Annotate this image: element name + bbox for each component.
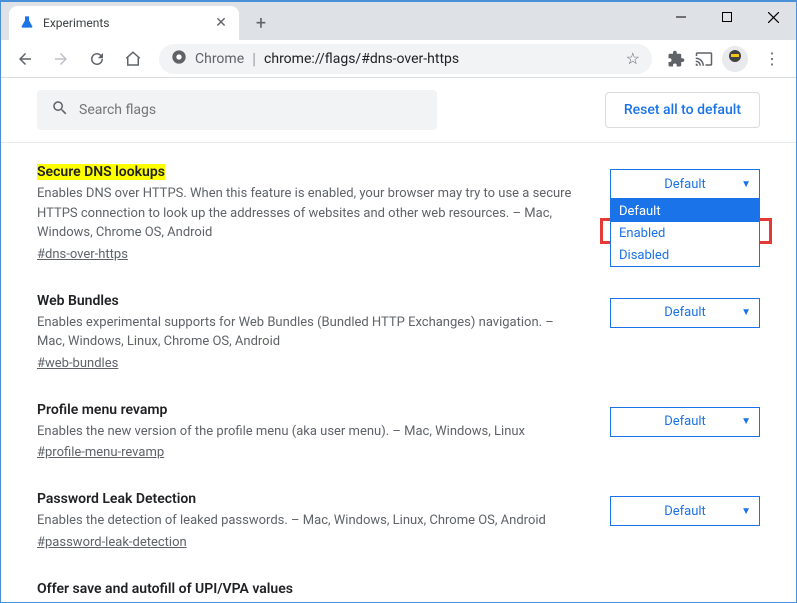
flag-item: Password Leak Detection Enables the detec… [37,488,760,550]
flag-select: Default▼ [610,298,760,328]
dropdown-item[interactable]: Default [611,200,759,222]
select-box[interactable]: Default▼ [610,496,760,526]
page-content: Reset all to default Secure DNS lookups E… [1,78,796,602]
extension-icons [662,46,752,72]
chrome-icon [171,49,187,69]
browser-titlebar: Experiments ✕ + [1,2,796,40]
avatar[interactable] [722,46,748,72]
flag-anchor[interactable]: #web-bundles [37,356,118,371]
flag-item: Secure DNS lookups Enables DNS over HTTPS… [37,161,760,262]
flag-select: Default▼ [610,496,760,526]
flag-description: Enables experimental supports for Web Bu… [37,313,580,352]
search-icon [51,99,69,121]
search-input[interactable] [79,102,423,118]
extensions-icon[interactable] [666,49,686,69]
omnibox[interactable]: Chrome | chrome://flags/#dns-over-https … [159,44,652,74]
flag-anchor[interactable]: #dns-over-https [37,247,128,262]
browser-tab[interactable]: Experiments ✕ [9,6,239,40]
omnibox-divider: | [252,49,256,68]
search-box[interactable] [37,90,437,130]
flag-item: Web Bundles Enables experimental supports… [37,290,760,371]
flag-select: Default▼ [610,407,760,437]
window-controls [658,2,796,32]
back-button[interactable] [9,43,41,75]
close-window-button[interactable] [750,2,796,32]
select-box[interactable]: Default▼ [610,298,760,328]
flag-description: Enables the new version of the profile m… [37,422,580,442]
flag-anchor[interactable]: #profile-menu-revamp [37,445,164,460]
dropdown-item[interactable]: Enabled [611,222,759,244]
new-tab-button[interactable]: + [247,9,275,37]
dropdown: DefaultEnabledDisabled [610,199,760,267]
flag-item: Profile menu revamp Enables the new versi… [37,399,760,461]
flag-title: Profile menu revamp [37,402,167,418]
reset-button[interactable]: Reset all to default [605,92,760,128]
flag-title: Web Bundles [37,293,119,309]
flag-title: Secure DNS lookups [37,164,165,180]
flag-anchor[interactable]: #password-leak-detection [37,535,187,550]
select-box[interactable]: Default▼ [610,407,760,437]
flag-item: Offer save and autofill of UPI/VPA value… [37,578,760,601]
cast-icon[interactable] [694,49,714,69]
flag-select: Default▼DefaultEnabledDisabled [610,169,760,199]
maximize-button[interactable] [704,2,750,32]
home-button[interactable] [117,43,149,75]
flags-list: Secure DNS lookups Enables DNS over HTTPS… [1,143,796,602]
flag-description: Enables DNS over HTTPS. When this featur… [37,184,580,243]
dropdown-item[interactable]: Disabled [611,244,759,266]
star-icon[interactable]: ☆ [626,49,640,68]
omnibox-chrome-label: Chrome [195,51,244,67]
flag-title: Offer save and autofill of UPI/VPA value… [37,581,293,597]
reload-button[interactable] [81,43,113,75]
omnibox-url: chrome://flags/#dns-over-https [264,51,459,67]
flag-description: Enables the detection of leaked password… [37,511,580,531]
flask-icon [19,15,35,31]
select-box[interactable]: Default▼ [610,169,760,199]
minimize-button[interactable] [658,2,704,32]
flag-title: Password Leak Detection [37,491,196,507]
tab-title: Experiments [43,16,205,30]
close-icon[interactable]: ✕ [213,15,229,31]
browser-toolbar: Chrome | chrome://flags/#dns-over-https … [1,40,796,78]
menu-button[interactable]: ⋮ [756,43,788,75]
flags-header: Reset all to default [1,78,796,143]
forward-button[interactable] [45,43,77,75]
